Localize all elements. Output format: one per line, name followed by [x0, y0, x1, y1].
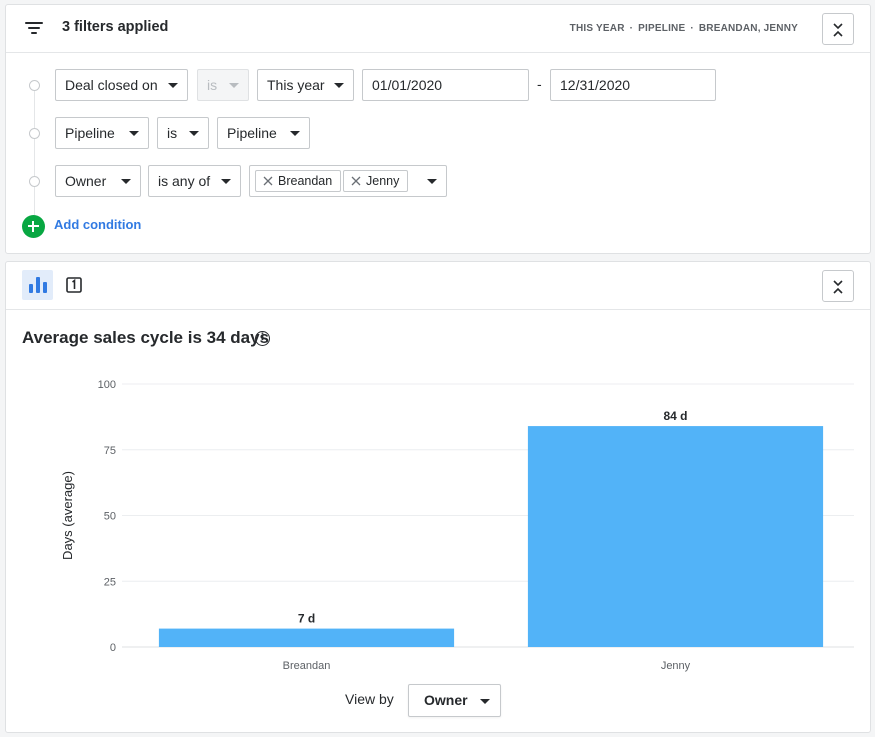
bar-jenny	[527, 426, 824, 647]
condition-1-value-label: This year	[267, 77, 325, 93]
condition-3-field-select[interactable]: Owner	[55, 165, 141, 197]
owner-chip-jenny[interactable]: Jenny	[343, 170, 409, 192]
filters-applied-title: 3 filters applied	[62, 19, 169, 35]
chart-toolbar	[6, 262, 870, 310]
chevron-down-icon	[229, 83, 239, 88]
summary-owners: BREANDAN, JENNY	[698, 23, 798, 34]
view-by-value: Owner	[424, 692, 468, 708]
condition-2-operator-select[interactable]: is	[157, 117, 209, 149]
condition-2-value-select[interactable]: Pipeline	[217, 117, 310, 149]
y-tick-label: 100	[98, 379, 116, 391]
condition-marker	[29, 176, 40, 187]
chart-panel: Average sales cycle is 34 days i 0 25 50 75…	[5, 261, 871, 733]
y-tick-label: 75	[104, 445, 116, 457]
y-tick-label: 50	[104, 511, 116, 523]
condition-marker	[29, 128, 40, 139]
condition-3-operator-label: is any of	[158, 173, 211, 189]
summary-separator: ·	[629, 23, 634, 34]
chevron-down-icon	[221, 179, 231, 184]
x-tick-label: Jenny	[661, 660, 691, 672]
chevron-down-icon[interactable]	[427, 179, 437, 184]
x-tick-label: Breandan	[283, 660, 331, 672]
chevron-down-icon	[129, 131, 139, 136]
condition-1-operator-label: is	[207, 77, 218, 93]
chevron-down-icon	[480, 699, 490, 704]
bar-chart-icon	[29, 277, 47, 293]
condition-1-field-label: Deal closed on	[65, 77, 158, 93]
condition-marker	[29, 80, 40, 91]
summary-period: THIS YEAR	[569, 23, 625, 34]
condition-1-value-select[interactable]: This year	[257, 69, 354, 101]
remove-icon[interactable]	[263, 176, 273, 186]
chevron-down-icon	[121, 179, 131, 184]
date-range-separator: -	[537, 76, 542, 92]
number-icon	[66, 277, 82, 293]
add-condition-link[interactable]: Add condition	[54, 217, 141, 232]
chart-title: Average sales cycle is 34 days	[22, 328, 269, 347]
collapse-chart-button[interactable]	[822, 270, 854, 302]
summary-separator: ·	[690, 23, 694, 34]
condition-3-field-label: Owner	[65, 173, 107, 189]
y-tick-label: 0	[110, 642, 116, 654]
add-condition-icon[interactable]	[22, 215, 45, 238]
view-by-label: View by	[345, 691, 394, 707]
view-by-select[interactable]: Owner	[408, 684, 501, 717]
bar-chart: 0 25 50 75 100 Days (average) 7 d Breandan 84 d J…	[60, 379, 854, 672]
collapse-icon	[833, 23, 843, 37]
info-icon[interactable]: i	[255, 331, 270, 346]
filter-header[interactable]: 3 filters applied THIS YEAR · PIPELINE · BRE…	[6, 5, 870, 53]
summary-view-toggle[interactable]	[59, 270, 90, 300]
condition-2-value-label: Pipeline	[227, 125, 277, 141]
data-label: 84 d	[663, 409, 687, 423]
y-tick-label: 25	[104, 576, 116, 588]
filter-summary: THIS YEAR · PIPELINE · BREANDAN, JENNY	[570, 23, 798, 34]
summary-pipeline: PIPELINE	[638, 23, 686, 34]
chart-view-toggle[interactable]	[22, 270, 53, 300]
y-axis-label: Days (average)	[60, 471, 75, 560]
date-to-input[interactable]: 12/31/2020	[550, 69, 716, 101]
bar-breandan	[158, 628, 455, 647]
filters-panel: 3 filters applied THIS YEAR · PIPELINE · BRE…	[5, 4, 871, 254]
chevron-down-icon	[168, 83, 178, 88]
owner-chip-label: Jenny	[366, 174, 400, 188]
condition-3-operator-select[interactable]: is any of	[148, 165, 241, 197]
remove-icon[interactable]	[351, 176, 361, 186]
chevron-down-icon	[290, 131, 300, 136]
condition-2-field-select[interactable]: Pipeline	[55, 117, 149, 149]
chevron-down-icon	[334, 83, 344, 88]
condition-1-field-select[interactable]: Deal closed on	[55, 69, 188, 101]
owner-multiselect[interactable]: Breandan Jenny	[249, 165, 447, 197]
collapse-icon	[833, 280, 843, 294]
condition-timeline	[34, 87, 35, 219]
filter-icon	[25, 22, 43, 36]
condition-2-operator-label: is	[167, 125, 178, 141]
chevron-down-icon	[189, 131, 199, 136]
date-from-input[interactable]: 01/01/2020	[362, 69, 529, 101]
data-label: 7 d	[298, 612, 315, 626]
owner-chip-breandan[interactable]: Breandan	[255, 170, 342, 192]
condition-1-operator-select: is	[197, 69, 249, 101]
owner-chip-label: Breandan	[278, 174, 333, 188]
condition-2-field-label: Pipeline	[65, 125, 115, 141]
collapse-filters-button[interactable]	[822, 13, 854, 45]
